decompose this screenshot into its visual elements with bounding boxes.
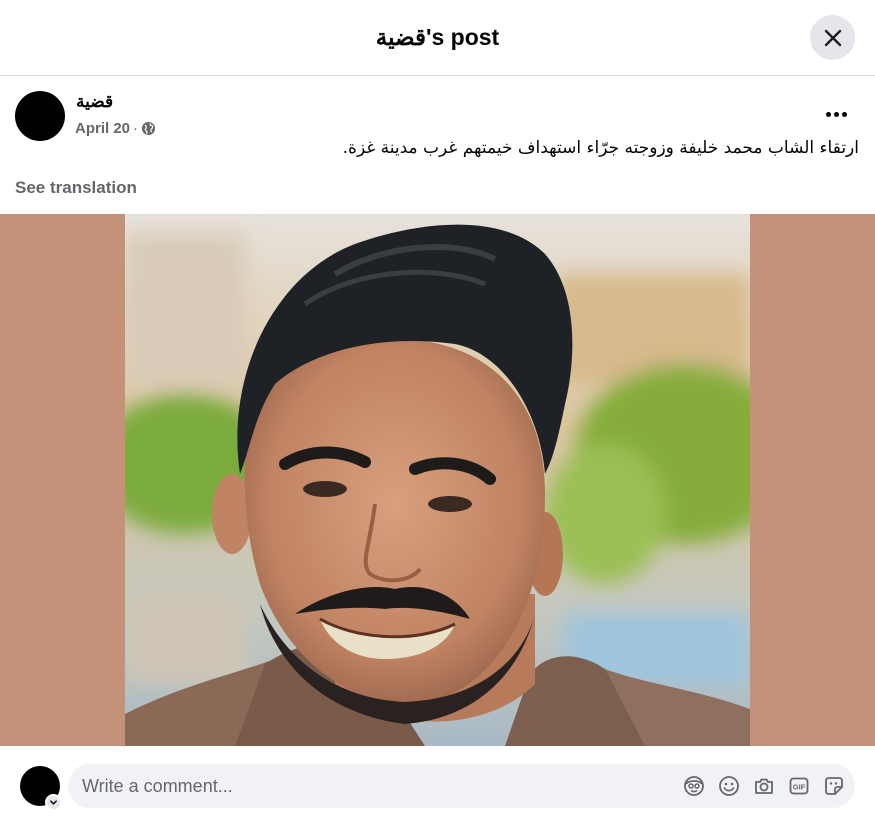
portrait-image	[125, 214, 750, 746]
dialog-header: قضية's post	[0, 0, 875, 76]
close-icon	[824, 29, 841, 46]
avatar-sticker-icon[interactable]	[683, 775, 705, 797]
more-dot	[833, 111, 839, 117]
gif-icon[interactable]: GIF	[788, 775, 810, 797]
emoji-glyph	[719, 776, 739, 796]
more-dot	[841, 111, 847, 117]
svg-text:GIF: GIF	[793, 783, 806, 792]
globe-icon	[141, 121, 156, 136]
meta-separator: ·	[133, 120, 139, 137]
page-title: قضية's post	[375, 24, 500, 50]
camera-glyph	[755, 778, 773, 794]
author-avatar[interactable]	[15, 91, 65, 141]
post-meta: April 20 ·	[75, 120, 156, 137]
chevron-down-icon[interactable]	[45, 794, 62, 811]
chevron-down-glyph	[50, 800, 57, 805]
photo-container	[0, 214, 875, 746]
avatar-sticker-glyph	[684, 776, 704, 796]
post-date[interactable]: April 20	[75, 120, 130, 137]
close-button[interactable]	[810, 15, 855, 60]
post-header: قضية April 20 · ارتقاء الشاب محمد خليفة …	[0, 76, 875, 214]
see-translation-link[interactable]: See translation	[15, 178, 137, 198]
post-photo[interactable]	[125, 214, 750, 746]
sticker-glyph	[825, 777, 843, 795]
comment-bar: GIF	[0, 746, 875, 832]
gif-glyph: GIF	[789, 777, 809, 795]
comment-icons: GIF	[683, 775, 845, 797]
camera-icon[interactable]	[753, 775, 775, 797]
more-options-button[interactable]	[822, 102, 850, 126]
emoji-icon[interactable]	[718, 775, 740, 797]
sticker-icon[interactable]	[823, 775, 845, 797]
post-text: ارتقاء الشاب محمد خليفة وزوجته جرّاء است…	[342, 138, 859, 158]
more-options-icon	[825, 111, 831, 117]
author-name[interactable]: قضية	[76, 92, 113, 112]
